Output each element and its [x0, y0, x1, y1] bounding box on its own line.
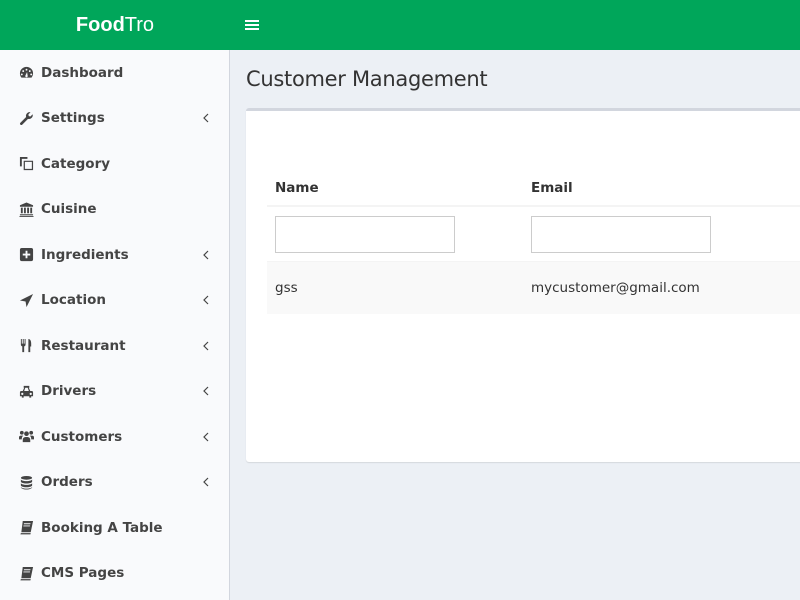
database-icon	[18, 474, 34, 490]
sidebar-item-label: Ingredients	[41, 246, 129, 263]
sidebar-item-settings[interactable]: Settings	[0, 96, 229, 142]
table-header-row: Name Email	[267, 170, 800, 207]
dashboard-icon	[18, 65, 34, 81]
email-filter-cell	[523, 215, 800, 253]
column-header-email[interactable]: Email	[523, 180, 800, 196]
sidebar-item-restaurant[interactable]: Restaurant	[0, 323, 229, 369]
sidebar-item-cuisine[interactable]: Cuisine	[0, 187, 229, 233]
chevron-left-icon	[201, 249, 211, 261]
name-filter-cell	[267, 215, 523, 253]
sidebar-item-label: Category	[41, 155, 111, 172]
sidebar: Dashboard Settings Category Cuisine Ingr…	[0, 50, 230, 600]
sidebar-item-category[interactable]: Category	[0, 141, 229, 187]
sidebar-item-label: Orders	[41, 474, 93, 491]
copy-icon	[18, 156, 34, 172]
column-header-name[interactable]: Name	[267, 180, 523, 196]
cutlery-icon	[18, 338, 34, 354]
logo-regular-text: Tro	[124, 13, 155, 36]
sidebar-item-label: Cuisine	[41, 201, 97, 218]
email-filter-input[interactable]	[531, 215, 711, 253]
table-row[interactable]: gss mycustomer@gmail.com	[267, 261, 800, 314]
sidebar-item-label: CMS Pages	[41, 565, 125, 582]
location-arrow-icon	[18, 292, 34, 308]
cell-email: mycustomer@gmail.com	[531, 280, 700, 296]
sidebar-item-label: Dashboard	[41, 64, 124, 81]
plus-square-icon	[18, 247, 34, 263]
app-logo[interactable]: Food Tro	[0, 0, 230, 50]
sidebar-item-label: Settings	[41, 110, 105, 127]
chevron-left-icon	[201, 385, 211, 397]
users-icon	[18, 429, 34, 445]
sidebar-item-customers[interactable]: Customers	[0, 414, 229, 460]
book-icon	[18, 565, 34, 581]
page-title: Customer Management	[246, 67, 488, 91]
sidebar-item-drivers[interactable]: Drivers	[0, 369, 229, 415]
wrench-icon	[18, 110, 34, 126]
chevron-left-icon	[201, 431, 211, 443]
sidebar-item-orders[interactable]: Orders	[0, 460, 229, 506]
chevron-left-icon	[201, 476, 211, 488]
content-wrapper: Customer Management Name Email gss mycus…	[231, 50, 800, 600]
taxi-icon	[18, 383, 34, 399]
sidebar-item-ingredients[interactable]: Ingredients	[0, 232, 229, 278]
customer-table: Name Email gss mycustomer@gmail.com	[267, 170, 800, 314]
sidebar-item-label: Location	[41, 292, 106, 309]
hamburger-icon	[245, 20, 259, 30]
cell-name: gss	[275, 280, 298, 296]
sidebar-item-dashboard[interactable]: Dashboard	[0, 50, 229, 96]
sidebar-item-label: Customers	[41, 428, 123, 445]
sidebar-item-cms-pages[interactable]: CMS Pages	[0, 551, 229, 597]
sidebar-item-label: Booking A Table	[41, 519, 163, 536]
sidebar-item-label: Drivers	[41, 383, 97, 400]
bank-icon	[18, 201, 34, 217]
sidebar-item-location[interactable]: Location	[0, 278, 229, 324]
chevron-left-icon	[201, 340, 211, 352]
sidebar-toggle-button[interactable]	[230, 0, 274, 50]
chevron-left-icon	[201, 294, 211, 306]
top-navbar: Food Tro	[0, 0, 800, 50]
chevron-left-icon	[201, 112, 211, 124]
name-filter-input[interactable]	[275, 215, 455, 253]
table-filter-row	[267, 207, 800, 261]
sidebar-item-label: Restaurant	[41, 337, 126, 354]
sidebar-item-booking-a-table[interactable]: Booking A Table	[0, 505, 229, 551]
logo-bold-text: Food	[75, 13, 125, 36]
book-icon	[18, 520, 34, 536]
